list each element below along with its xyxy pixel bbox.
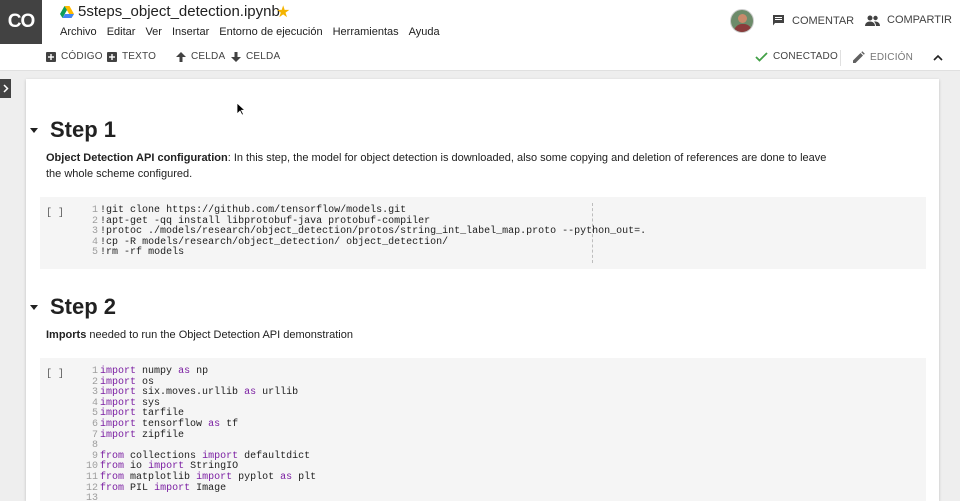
share-label: COMPARTIR [887,14,952,26]
menu-bar: Archivo Editar Ver Insertar Entorno de e… [60,26,450,38]
menu-entorno[interactable]: Entorno de ejecución [219,26,322,38]
code-line: !rm -rf models [100,247,185,259]
line-number: 13 [85,493,98,501]
line-numbers: 1 2 3 4 5 6 7 8 9 10 11 12 13 [76,366,98,501]
line-number: 1 [91,205,98,216]
menu-ayuda[interactable]: Ayuda [409,26,440,38]
arrow-down-icon [231,51,241,62]
collapse-caret-icon[interactable] [30,304,38,310]
chevron-right-icon [2,84,9,93]
text-bold: Imports [46,329,87,341]
sidebar-toggle-button[interactable] [0,79,11,98]
line-number: 1 [91,366,98,377]
app-header: CO 5steps_object_detection.ipynb ★ Archi… [0,0,960,44]
move-cell-up-button[interactable]: CELDA [176,51,225,62]
move-down-label: CELDA [246,51,281,62]
code-editor[interactable]: import numpy as np import os import six.mo… [100,366,317,501]
code-line: !git clone https://github.com/tensorflow… [100,205,407,216]
code-line: import zipfile [100,429,185,441]
add-box-icon [107,51,117,62]
code-line: from PIL import Image [100,482,227,494]
edit-label: EDICIÓN [870,51,914,63]
menu-editar[interactable]: Editar [107,26,136,38]
run-cell-button[interactable]: [ ] [46,208,64,219]
comment-label: COMENTAR [792,14,855,27]
people-icon [865,15,880,26]
add-box-icon [46,51,56,62]
menu-herramientas[interactable]: Herramientas [333,26,399,38]
text-bold: Object Detection API configuration [46,152,228,164]
add-code-label: CÓDIGO [61,51,103,62]
notebook-title[interactable]: 5steps_object_detection.ipynb [78,3,280,20]
connection-status[interactable]: CONECTADO [755,51,838,62]
toolbar-divider [840,50,841,66]
logo-text: CO [7,11,35,32]
line-number: 5 [91,247,98,259]
menu-insertar[interactable]: Insertar [172,26,209,38]
move-up-label: CELDA [191,51,226,62]
toolbar: CÓDIGO TEXTO CELDA CELDA CONECTADO EDICI… [0,44,960,71]
check-icon [755,51,768,62]
chevron-up-icon[interactable] [933,54,943,61]
menu-ver[interactable]: Ver [145,26,162,38]
section-title: Step 1 [50,117,117,142]
code-line: from matplotlib import pyplot as plt [100,471,317,483]
code-editor[interactable]: !git clone https://github.com/tensorflow… [100,205,646,259]
share-button[interactable]: COMPARTIR [865,14,952,26]
add-text-button[interactable]: TEXTO [107,51,156,62]
section-step-1-text[interactable]: Object Detection API configuration: In t… [46,150,836,182]
comment-icon [773,15,784,26]
colab-logo[interactable]: CO [0,0,42,44]
section-step-2-heading: Step 2 [30,294,116,320]
line-numbers: 12345 [76,205,98,259]
comment-button[interactable]: COMENTAR [772,14,854,27]
section-title: Step 2 [50,294,117,319]
user-avatar[interactable] [730,9,754,33]
collapse-caret-icon[interactable] [30,127,38,133]
star-icon[interactable]: ★ [276,2,290,22]
code-cell-step-2[interactable]: [ ] 1 2 3 4 5 6 7 8 9 10 11 12 13 import numpy as np… [40,358,926,501]
section-step-1-heading: Step 1 [30,117,116,143]
move-cell-down-button[interactable]: CELDA [231,51,280,62]
line-number: 6 [91,418,98,430]
arrow-up-icon [176,51,186,62]
edit-mode-button[interactable]: EDICIÓN [853,51,913,63]
add-code-button[interactable]: CÓDIGO [46,51,103,62]
pencil-icon [853,51,865,63]
connected-label: CONECTADO [773,51,838,62]
notebook-document: Step 1 Object Detection API configuratio… [26,79,939,501]
menu-archivo[interactable]: Archivo [60,26,97,38]
line-length-ruler [592,203,593,263]
add-text-label: TEXTO [122,51,157,62]
mouse-cursor-icon [236,102,246,116]
line-number: 11 [85,471,98,483]
run-cell-button[interactable]: [ ] [46,369,64,380]
code-cell-step-1[interactable]: [ ] 12345 !git clone https://github.com/… [40,197,926,269]
text-body: needed to run the Object Detection API d… [86,329,353,341]
section-step-2-text[interactable]: Imports needed to run the Object Detecti… [46,327,836,343]
google-drive-icon [60,6,74,18]
